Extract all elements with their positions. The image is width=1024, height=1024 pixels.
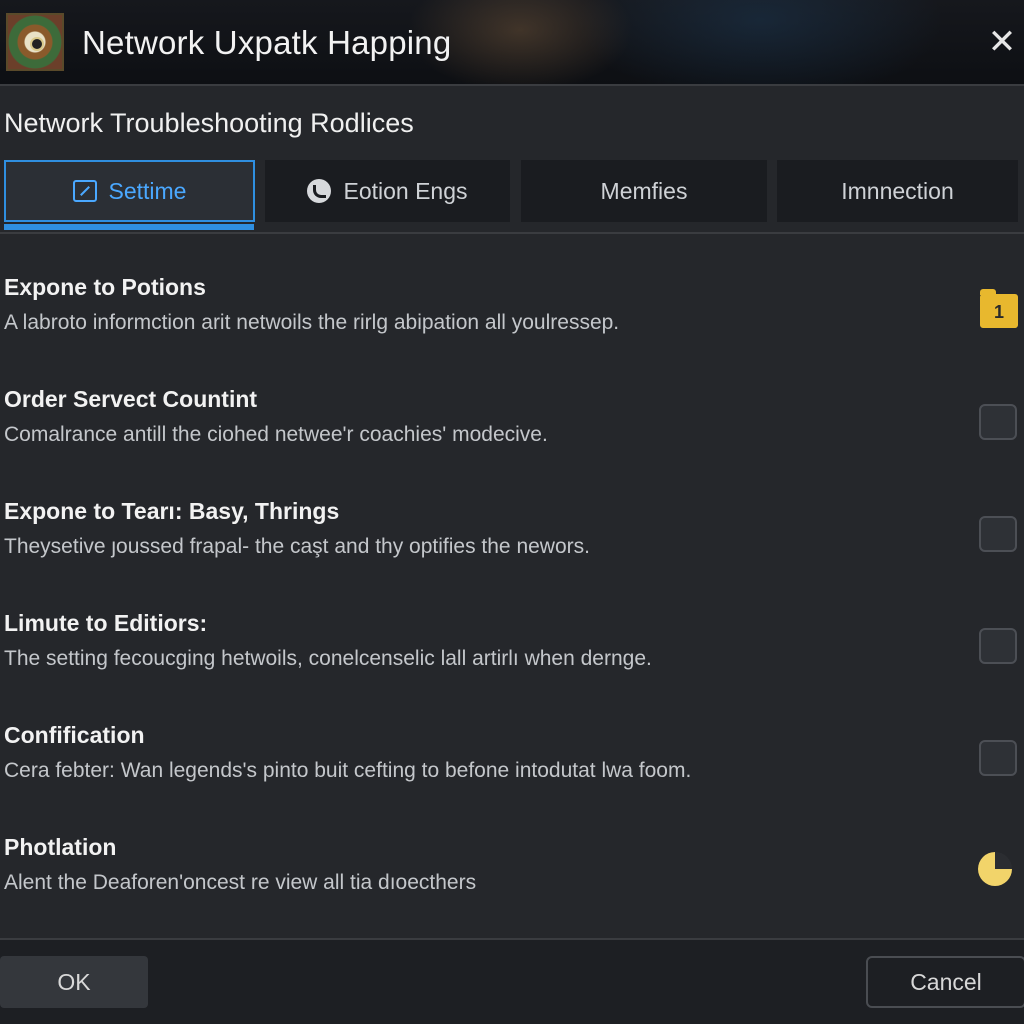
- tab-label: Memfies: [600, 177, 688, 204]
- setting-checkbox[interactable]: [979, 404, 1017, 440]
- tab-bar: Settime Eotion Engs Memfies Imnnection: [0, 158, 1024, 234]
- setting-title: Expone to Potions: [4, 274, 206, 300]
- setting-checkbox[interactable]: [979, 740, 1017, 776]
- app-icon: [6, 13, 64, 71]
- edit-icon: [72, 180, 97, 202]
- setting-description: Alent the Deaforen'oncest re view all ti…: [4, 871, 477, 894]
- setting-title: Photlation: [4, 834, 117, 860]
- setting-title: Limute to Editiors:: [4, 610, 208, 636]
- setting-description: Comalrance antill the ciohed netwee'r co…: [4, 423, 548, 446]
- tab-label: Settime: [108, 177, 187, 204]
- divider: [0, 232, 1024, 234]
- pie-toggle-icon[interactable]: [978, 852, 1012, 886]
- dialog-footer: OK Cancel: [0, 940, 1024, 1024]
- setting-description: Cera febter: Wan legends's pinto buit ce…: [4, 759, 692, 782]
- setting-title: Confification: [4, 722, 145, 748]
- tab-settime[interactable]: Settime: [4, 160, 255, 222]
- tab-label: Eotion Engs: [343, 177, 468, 204]
- active-tab-indicator: [4, 224, 254, 230]
- close-button[interactable]: ✕: [982, 22, 1022, 62]
- tab-imnnection[interactable]: Imnnection: [777, 160, 1018, 222]
- setting-description: A labroto informction arit netwoils the …: [4, 311, 620, 334]
- tab-memfies[interactable]: Memfies: [521, 160, 767, 222]
- setting-row: Photlation Alent the Deaforen'oncest re …: [0, 834, 1024, 924]
- folder-badge-icon[interactable]: 1: [980, 289, 1018, 328]
- cancel-button[interactable]: Cancel: [866, 956, 1024, 1008]
- tab-label: Imnnection: [841, 177, 954, 204]
- setting-title: Expone to Tearı: Basy, Thrings: [4, 498, 340, 524]
- setting-row: Confification Cera febter: Wan legends's…: [0, 722, 1024, 812]
- ok-button[interactable]: OK: [0, 956, 148, 1008]
- setting-row: Expone to Potions A labroto informction …: [0, 274, 1024, 364]
- tab-eotion-engs[interactable]: Eotion Engs: [265, 160, 510, 222]
- setting-row: Expone to Tearı: Basy, Thrings Theysetiv…: [0, 498, 1024, 588]
- clock-icon: [307, 179, 332, 203]
- setting-description: The setting fecoucging hetwoils, conelce…: [4, 647, 652, 670]
- window-title: Network Uxpatk Happing: [82, 24, 452, 61]
- setting-checkbox[interactable]: [979, 628, 1017, 664]
- setting-checkbox[interactable]: [979, 516, 1017, 552]
- setting-row: Limute to Editiors: The setting fecoucgi…: [0, 610, 1024, 700]
- setting-row: Order Servect Countint Comalrance antill…: [0, 386, 1024, 476]
- setting-title: Order Servect Countint: [4, 386, 258, 412]
- section-title: Network Troubleshooting Rodlices: [4, 108, 414, 138]
- title-bar: Network Uxpatk Happing ✕: [0, 0, 1024, 86]
- setting-description: Theysetive ȷoussed frapal- the caşt and …: [4, 535, 590, 558]
